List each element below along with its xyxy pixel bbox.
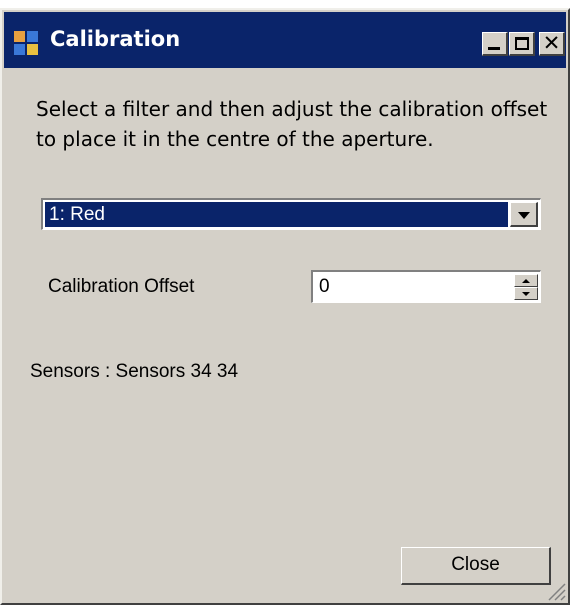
calibration-dialog: Calibration ✕ Select a filter and then a… — [0, 8, 570, 605]
filter-dropdown[interactable]: 1: Red — [41, 198, 541, 230]
increment-button[interactable] — [514, 274, 538, 287]
instructions-text: Select a filter and then adjust the cali… — [36, 97, 548, 151]
arrow-down-icon — [522, 292, 530, 296]
calibration-offset-label: Calibration Offset — [48, 276, 195, 297]
close-icon: ✕ — [542, 31, 561, 55]
resize-grip-icon[interactable] — [546, 581, 566, 601]
close-window-button[interactable]: ✕ — [539, 31, 565, 56]
calibration-offset-stepper[interactable]: 0 — [311, 270, 541, 303]
arrow-up-icon — [522, 279, 530, 283]
decrement-button[interactable] — [514, 287, 538, 300]
app-grid-icon — [14, 31, 38, 55]
calibration-offset-value[interactable]: 0 — [319, 276, 330, 298]
minimize-icon — [488, 47, 500, 50]
maximize-button[interactable] — [509, 32, 535, 56]
chevron-down-icon — [518, 212, 530, 219]
close-button[interactable]: Close — [401, 547, 551, 585]
window-title: Calibration — [50, 27, 181, 51]
maximize-icon — [515, 37, 529, 50]
sensors-status-text: Sensors : Sensors 34 34 — [30, 361, 239, 382]
stepper-buttons — [514, 274, 538, 300]
minimize-button[interactable] — [482, 32, 508, 56]
filter-selected-value[interactable]: 1: Red — [45, 202, 508, 227]
dropdown-button[interactable] — [510, 202, 538, 227]
title-bar[interactable]: Calibration ✕ — [4, 12, 566, 68]
